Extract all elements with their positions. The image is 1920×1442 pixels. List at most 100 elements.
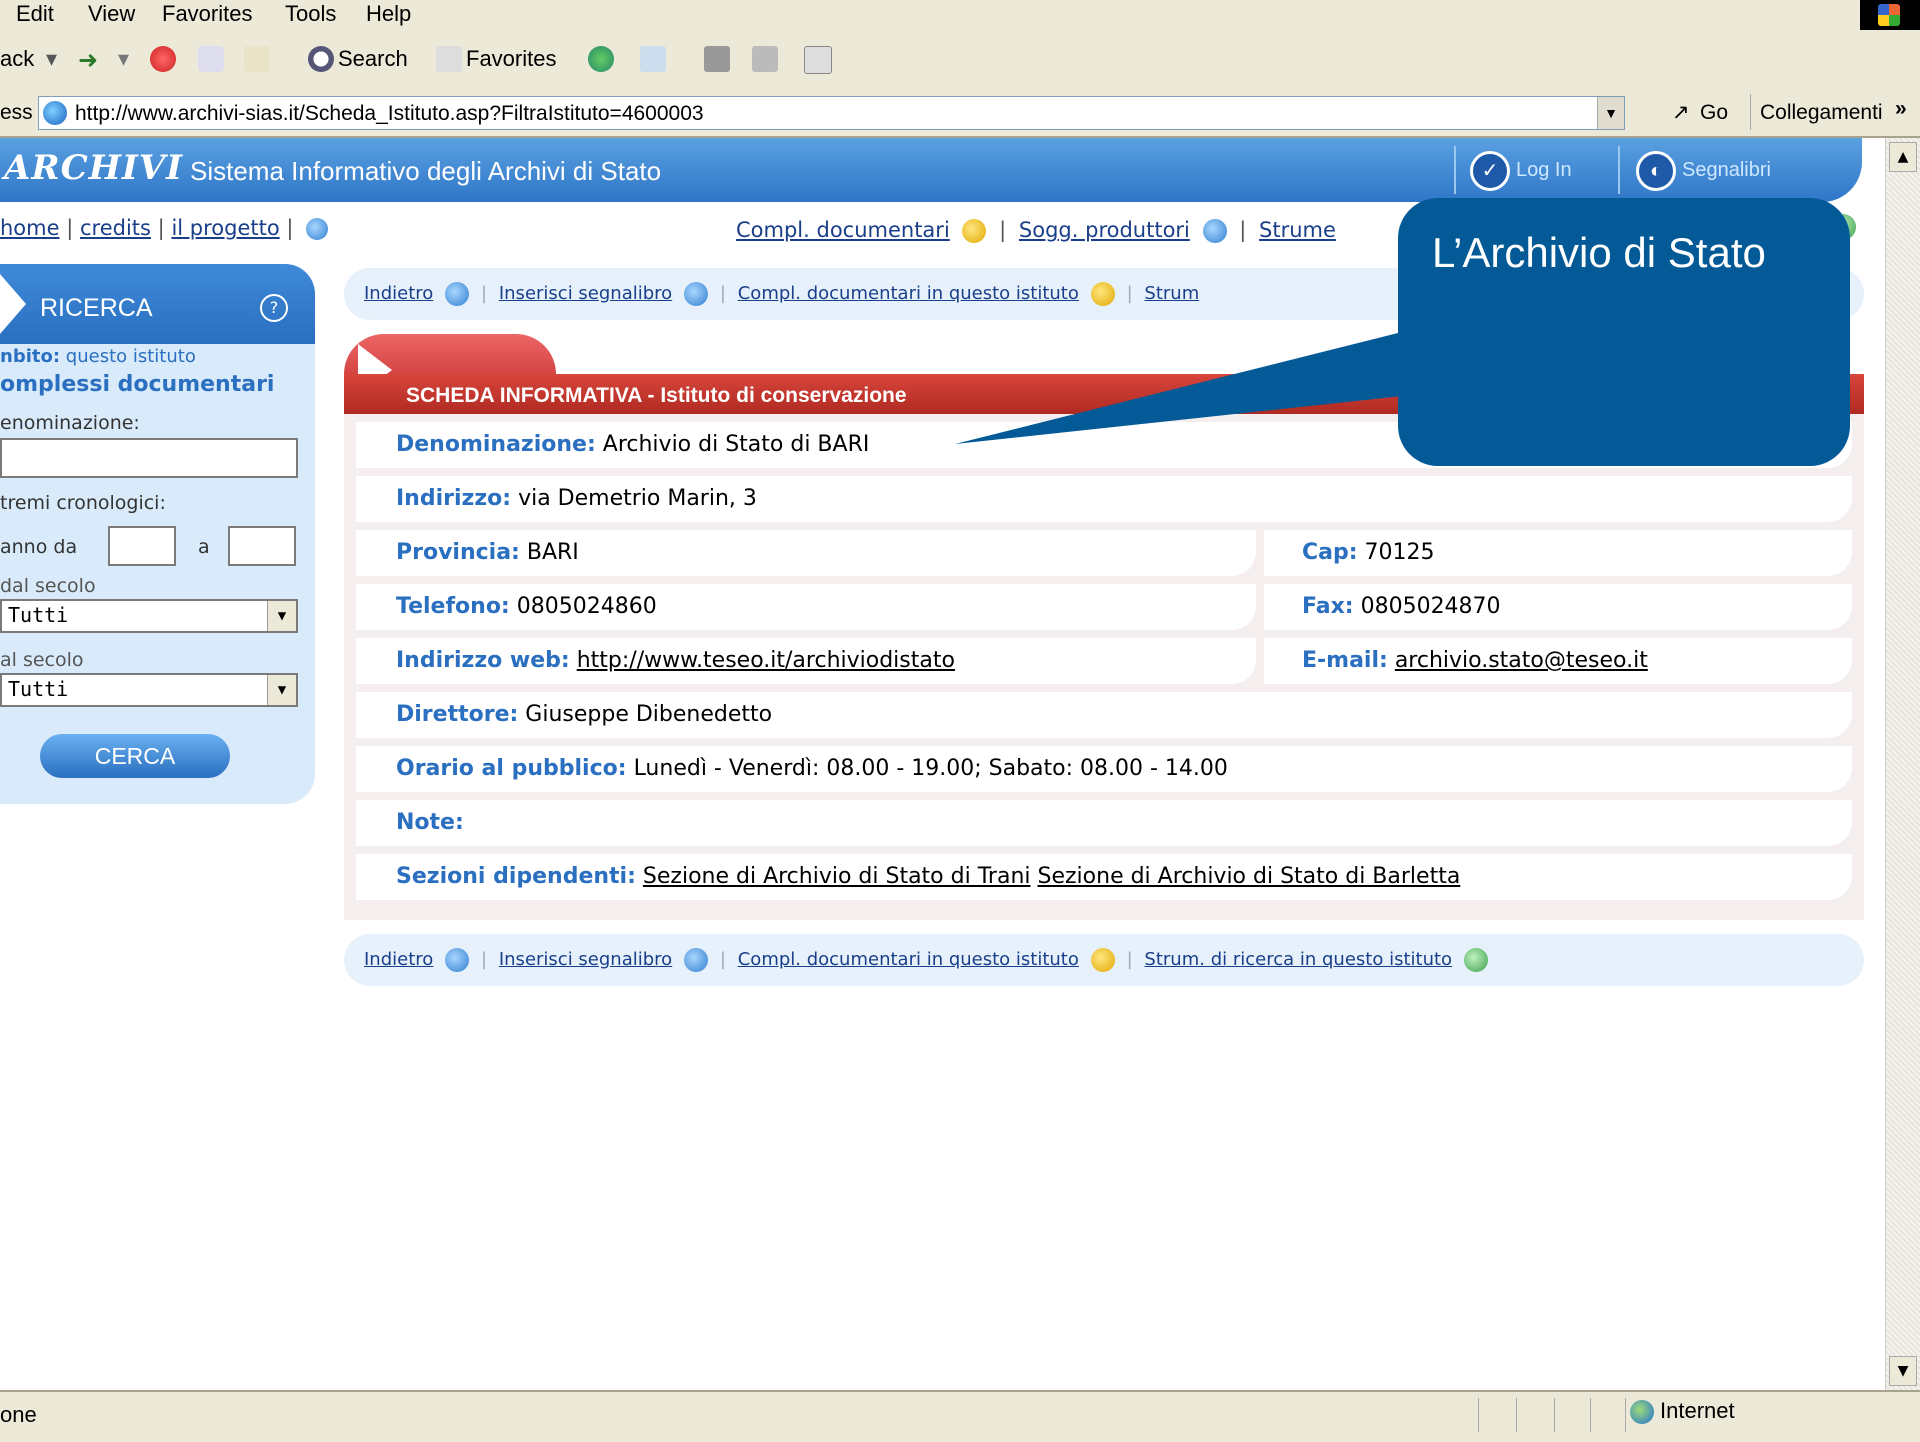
label-note: Note: [396, 810, 464, 835]
chevron-down-icon[interactable]: ▼ [267, 601, 296, 631]
project-link[interactable]: il progetto [171, 216, 279, 240]
compl-documentari-icon[interactable] [962, 219, 987, 243]
compl-documentari-link[interactable]: Compl. documentari [736, 218, 950, 242]
status-cell [1554, 1398, 1591, 1432]
label-cap: Cap: [1302, 540, 1358, 565]
chevron-down-icon[interactable]: ▼ [267, 675, 296, 705]
anno-a-input[interactable] [228, 526, 296, 566]
value-orario: Lunedì - Venerdì: 08.00 - 19.00; Sabato:… [633, 756, 1228, 781]
label-direttore: Direttore: [396, 702, 519, 727]
strum-in-istituto-icon[interactable] [1463, 948, 1488, 972]
menu-view[interactable]: View [88, 1, 135, 27]
mail-icon[interactable] [640, 46, 666, 72]
search-icon [308, 46, 334, 72]
print-icon[interactable] [704, 46, 730, 72]
login-button[interactable]: ✓ Log In [1470, 148, 1572, 192]
al-secolo-select[interactable]: Tutti ▼ [0, 673, 298, 707]
help-icon[interactable]: ? [260, 294, 288, 322]
status-bar: one Internet [0, 1390, 1920, 1442]
dal-secolo-value: Tutti [8, 603, 69, 627]
browser-toolbar: ack ▾ ➜ ▾ Search Favorites [0, 30, 1920, 93]
strumenti-link[interactable]: Strume [1259, 218, 1336, 242]
home-link[interactable]: home [0, 216, 60, 240]
strum-in-istituto-link[interactable]: Strum. di ricerca in questo istituto [1144, 949, 1452, 970]
bookmarks-button[interactable]: ◐ Segnalibri [1636, 148, 1771, 192]
search-button[interactable]: Search [338, 46, 408, 72]
al-secolo-label: al secolo [0, 649, 84, 671]
status-cell [1516, 1398, 1553, 1432]
dal-secolo-label: dal secolo [0, 575, 96, 597]
address-input[interactable]: http://www.archivi-sias.it/Scheda_Istitu… [38, 96, 1625, 130]
zone-label: Internet [1660, 1398, 1735, 1423]
dal-secolo-select[interactable]: Tutti ▼ [0, 599, 298, 633]
add-bookmark-link[interactable]: Inserisci segnalibro [499, 283, 672, 304]
bookmark-icon[interactable] [683, 948, 708, 972]
links-more-icon[interactable]: » [1895, 97, 1907, 121]
menu-edit[interactable]: Edit [16, 1, 54, 27]
row-email: E-mail: archivio.stato@teseo.it [1264, 638, 1852, 684]
help-icon[interactable] [306, 218, 329, 240]
go-arrow-icon[interactable]: ↗ [1672, 100, 1690, 125]
windows-logo-icon [1860, 0, 1920, 30]
denominazione-input[interactable] [0, 438, 298, 478]
status-cell [1590, 1398, 1627, 1432]
bookmark-icon[interactable] [683, 282, 708, 306]
back-link[interactable]: Indietro [364, 949, 433, 970]
value-direttore: Giuseppe Dibenedetto [525, 702, 773, 727]
back-icon[interactable] [445, 282, 470, 306]
website-link[interactable]: http://www.teseo.it/archiviodistato [577, 648, 955, 673]
status-cell [1478, 1398, 1515, 1432]
scroll-down-icon[interactable]: ▼ [1889, 1356, 1917, 1386]
home-icon[interactable] [244, 46, 270, 72]
label-provincia: Provincia: [396, 540, 520, 565]
compl-in-istituto-icon[interactable] [1090, 948, 1115, 972]
sogg-produttori-link[interactable]: Sogg. produttori [1019, 218, 1190, 242]
row-provincia: Provincia: BARI [356, 530, 1256, 576]
sezione-trani-link[interactable]: Sezione di Archivio di Stato di Trani [643, 864, 1031, 889]
strum-in-istituto-link[interactable]: Strum [1144, 283, 1199, 304]
back-dropdown-icon[interactable]: ▾ [46, 46, 57, 72]
edit-icon[interactable] [752, 46, 778, 72]
scroll-up-icon[interactable]: ▲ [1889, 142, 1917, 172]
sezione-barletta-link[interactable]: Sezione di Archivio di Stato di Barletta [1038, 864, 1461, 889]
value-fax: 0805024870 [1360, 594, 1501, 619]
back-link[interactable]: Indietro [364, 283, 433, 304]
compl-in-istituto-link[interactable]: Compl. documentari in questo istituto [738, 949, 1079, 970]
back-button[interactable]: ack [0, 46, 34, 72]
site-header: ARCHIVI Sistema Informativo degli Archiv… [0, 138, 1862, 202]
menu-favorites[interactable]: Favorites [162, 1, 252, 27]
stop-icon[interactable] [150, 46, 176, 72]
email-link[interactable]: archivio.stato@teseo.it [1395, 648, 1648, 673]
cerca-button[interactable]: CERCA [40, 734, 230, 778]
go-button[interactable]: Go [1700, 101, 1728, 125]
header-divider [1618, 146, 1620, 194]
favorites-button[interactable]: Favorites [466, 46, 556, 72]
header-divider [1454, 146, 1456, 194]
forward-icon[interactable]: ➜ [78, 46, 98, 75]
refresh-icon[interactable] [198, 46, 224, 72]
back-icon[interactable] [445, 948, 470, 972]
menu-help[interactable]: Help [366, 1, 411, 27]
sogg-produttori-icon[interactable] [1202, 219, 1227, 243]
vertical-scrollbar[interactable]: ▲ ▼ [1885, 138, 1920, 1390]
credits-link[interactable]: credits [80, 216, 151, 240]
value-provincia: BARI [526, 540, 579, 565]
section-title: omplessi documentari [0, 372, 275, 397]
site-brand[interactable]: ARCHIVI [4, 148, 183, 188]
row-web: Indirizzo web: http://www.teseo.it/archi… [356, 638, 1256, 684]
address-url[interactable]: http://www.archivi-sias.it/Scheda_Istitu… [75, 102, 704, 126]
compl-in-istituto-icon[interactable] [1090, 282, 1115, 306]
anno-da-input[interactable] [108, 526, 176, 566]
media-icon[interactable] [588, 46, 614, 72]
add-bookmark-link[interactable]: Inserisci segnalibro [499, 949, 672, 970]
row-direttore: Direttore: Giuseppe Dibenedetto [356, 692, 1852, 738]
label-denominazione: Denominazione: [396, 432, 596, 457]
address-dropdown-icon[interactable]: ▼ [1597, 97, 1624, 129]
estremi-label: tremi cronologici: [0, 492, 166, 514]
links-button[interactable]: Collegamenti [1760, 101, 1883, 125]
forward-dropdown-icon[interactable]: ▾ [118, 46, 129, 72]
compl-in-istituto-link[interactable]: Compl. documentari in questo istituto [738, 283, 1079, 304]
menu-tools[interactable]: Tools [285, 1, 336, 27]
discuss-icon[interactable] [804, 46, 832, 74]
menu-bar: Edit View Favorites Tools Help [0, 0, 1920, 31]
